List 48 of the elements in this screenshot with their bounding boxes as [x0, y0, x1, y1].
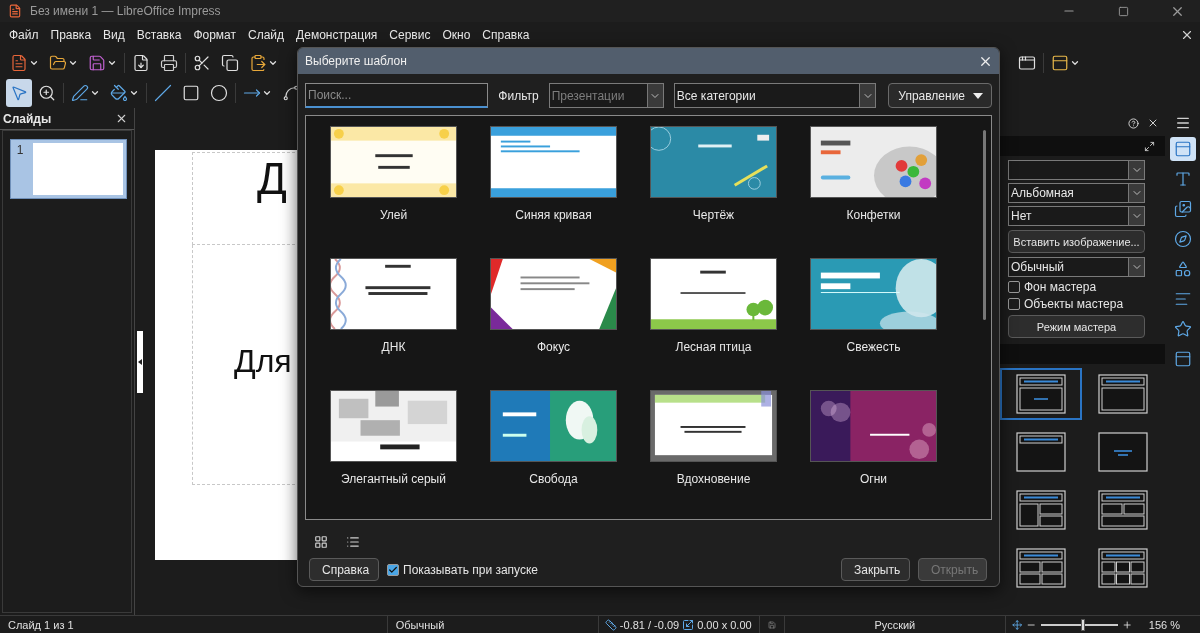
- dialog-title: Выберите шаблон: [305, 54, 407, 68]
- help-button[interactable]: Справка: [309, 558, 379, 581]
- zoom-percent: 156 %: [1148, 618, 1181, 631]
- dropdown[interactable]: Обычный: [1008, 257, 1145, 277]
- template-name[interactable]: Синяя кривая: [515, 208, 592, 228]
- search-field[interactable]: Поиск...: [305, 83, 489, 108]
- menu-item[interactable]: Формат: [187, 28, 243, 42]
- template-name[interactable]: Конфетки: [846, 208, 901, 228]
- category-dropdown[interactable]: Все категории: [673, 83, 877, 108]
- menu-item[interactable]: Файл: [3, 28, 45, 42]
- menu-item[interactable]: Слайд: [242, 28, 291, 42]
- size-text: 0.00 x 0.00: [697, 618, 752, 631]
- template-name[interactable]: Вдохновение: [676, 472, 751, 492]
- menu-item[interactable]: Справка: [476, 28, 536, 42]
- pane-title: Слайды: [3, 111, 52, 126]
- slide-title: Д: [257, 154, 287, 203]
- sidebar-button[interactable]: Вставить изображение...: [1008, 230, 1145, 253]
- menu-item[interactable]: Окно: [436, 28, 477, 42]
- sidebar-button[interactable]: Режим мастера: [1008, 315, 1145, 338]
- slide-body-text: Для: [234, 343, 292, 379]
- checkbox-label: Показывать при запуске: [403, 562, 539, 577]
- checkbox-label: Объекты мастера: [1024, 297, 1124, 311]
- language-text: Русский: [874, 618, 916, 631]
- template-name[interactable]: Лесная птица: [675, 340, 752, 360]
- template-name[interactable]: Свежесть: [846, 340, 901, 360]
- slide-counter: Слайд 1 из 1: [8, 618, 74, 631]
- close-dialog-button[interactable]: Закрыть: [841, 558, 910, 581]
- position-text: -0.81 / -0.09: [619, 618, 680, 631]
- dropdown[interactable]: Альбомная: [1008, 183, 1145, 203]
- dropdown[interactable]: Нет: [1008, 206, 1145, 226]
- slide-thumbnail[interactable]: 1: [10, 139, 127, 199]
- filter-label: Фильтр: [498, 88, 539, 103]
- template-name[interactable]: Фокус: [536, 340, 570, 360]
- menu-item[interactable]: Правка: [44, 28, 98, 42]
- template-name[interactable]: ДНК: [381, 340, 406, 360]
- menu-item[interactable]: Вид: [97, 28, 131, 42]
- menu-item[interactable]: Сервис: [383, 28, 437, 42]
- template-name[interactable]: Огни: [859, 472, 887, 492]
- menu-item[interactable]: Демонстрация: [290, 28, 384, 42]
- menu-item[interactable]: Вставка: [130, 28, 188, 42]
- manage-button[interactable]: Управление: [888, 83, 992, 108]
- window-title: Без имени 1 — LibreOffice Impress: [30, 4, 222, 18]
- template-name[interactable]: Улей: [379, 208, 408, 228]
- template-name[interactable]: Чертёж: [692, 208, 735, 228]
- template-name[interactable]: Свобода: [529, 472, 578, 492]
- template-name[interactable]: Элегантный серый: [341, 472, 446, 492]
- checkbox-label: Фон мастера: [1024, 280, 1097, 294]
- view-name: Обычный: [395, 618, 445, 631]
